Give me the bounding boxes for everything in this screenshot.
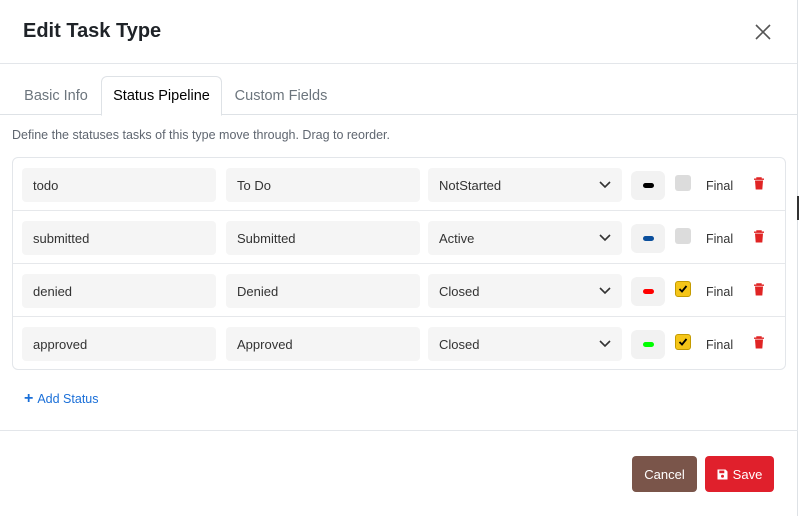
modal-header: Edit Task Type <box>0 0 797 64</box>
final-checkbox[interactable] <box>675 175 691 191</box>
checkmark-icon <box>678 285 688 293</box>
status-row[interactable]: denied Denied Closed Final <box>13 264 785 317</box>
status-key-input[interactable]: approved <box>22 327 216 361</box>
final-checkbox[interactable] <box>675 281 691 297</box>
status-category-select[interactable]: Active <box>428 221 622 255</box>
trash-icon[interactable] <box>753 283 765 296</box>
status-category-select[interactable]: Closed <box>428 274 622 308</box>
status-category-select[interactable]: Closed <box>428 327 622 361</box>
save-button[interactable]: Save <box>705 456 774 492</box>
status-color-picker[interactable] <box>631 224 665 253</box>
chevron-down-icon <box>599 287 611 295</box>
status-row[interactable]: todo To Do NotStarted Final <box>13 158 785 211</box>
color-swatch <box>642 183 654 188</box>
tab-basic-info[interactable]: Basic Info <box>12 76 100 115</box>
status-list: todo To Do NotStarted Final submitted Su… <box>12 157 786 370</box>
color-swatch <box>642 236 654 241</box>
checkmark-icon <box>678 338 688 346</box>
color-swatch <box>642 289 654 294</box>
trash-icon[interactable] <box>753 177 765 190</box>
color-swatch <box>642 342 654 347</box>
edit-task-type-modal: Edit Task Type Basic Info Status Pipelin… <box>0 0 798 516</box>
save-label: Save <box>732 466 763 482</box>
modal-title: Edit Task Type <box>23 20 162 42</box>
status-label-input[interactable]: To Do <box>226 168 420 202</box>
status-category-value: Closed <box>439 336 480 352</box>
status-key-input[interactable]: todo <box>22 168 216 202</box>
status-color-picker[interactable] <box>631 330 665 359</box>
status-label-input[interactable]: Approved <box>226 327 420 361</box>
status-row[interactable]: approved Approved Closed Final <box>13 317 785 370</box>
trash-icon[interactable] <box>753 336 765 349</box>
plus-icon: + <box>24 390 34 407</box>
status-category-value: NotStarted <box>439 177 502 193</box>
final-checkbox[interactable] <box>675 228 691 244</box>
status-category-select[interactable]: NotStarted <box>428 168 622 202</box>
close-icon <box>755 24 771 40</box>
tab-bar: Basic Info Status Pipeline Custom Fields <box>0 64 798 116</box>
tab-custom-fields[interactable]: Custom Fields <box>223 76 339 115</box>
status-color-picker[interactable] <box>631 171 665 200</box>
close-button[interactable] <box>749 18 777 46</box>
add-status-button[interactable]: + Add Status <box>24 390 99 407</box>
status-row[interactable]: submitted Submitted Active Final <box>13 211 785 264</box>
cancel-button[interactable]: Cancel <box>632 456 697 492</box>
final-label: Final <box>706 232 734 246</box>
final-label: Final <box>706 285 734 299</box>
chevron-down-icon <box>599 234 611 242</box>
status-label-input[interactable]: Submitted <box>226 221 420 255</box>
status-label-input[interactable]: Denied <box>226 274 420 308</box>
status-color-picker[interactable] <box>631 277 665 306</box>
status-category-value: Active <box>439 230 475 246</box>
final-label: Final <box>706 179 734 193</box>
pipeline-description: Define the statuses tasks of this type m… <box>12 128 390 142</box>
status-category-value: Closed <box>439 283 480 299</box>
add-status-label: Add Status <box>37 392 99 406</box>
chevron-down-icon <box>599 340 611 348</box>
tab-status-pipeline[interactable]: Status Pipeline <box>101 76 222 116</box>
status-key-input[interactable]: denied <box>22 274 216 308</box>
save-icon <box>717 469 728 479</box>
chevron-down-icon <box>599 181 611 189</box>
modal-footer: Cancel Save <box>0 430 798 516</box>
status-key-input[interactable]: submitted <box>22 221 216 255</box>
final-label: Final <box>706 338 734 352</box>
trash-icon[interactable] <box>753 230 765 243</box>
final-checkbox[interactable] <box>675 334 691 350</box>
